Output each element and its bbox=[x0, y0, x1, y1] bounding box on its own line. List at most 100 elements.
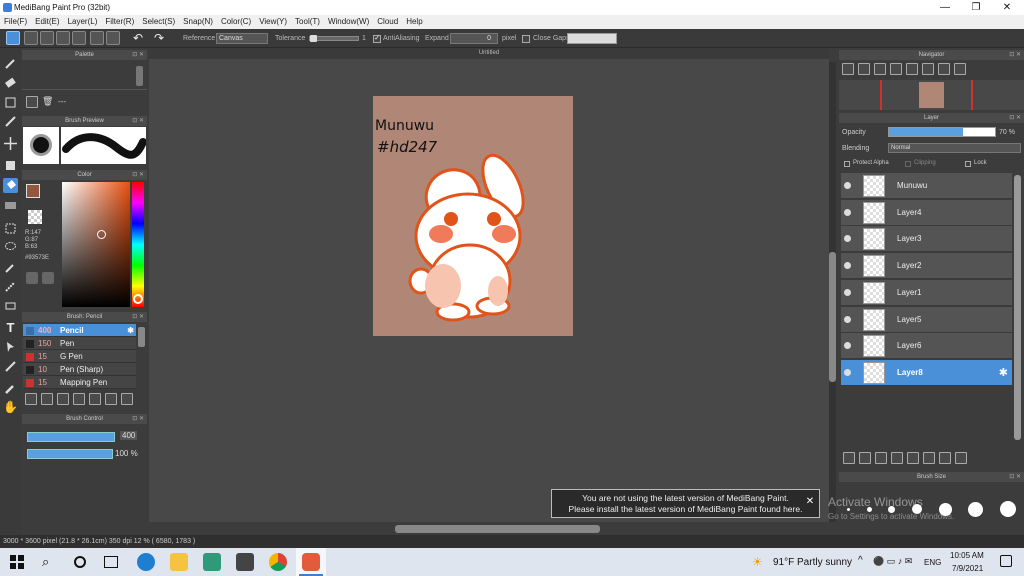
layer-visibility-icon[interactable] bbox=[844, 368, 851, 376]
brush-list-item[interactable]: 15 Mapping Pen bbox=[23, 376, 136, 389]
layer-visibility-icon[interactable] bbox=[844, 315, 851, 323]
menu-select[interactable]: Select(S) bbox=[138, 15, 179, 29]
primary-color-swatch[interactable] bbox=[26, 184, 40, 198]
menu-cloud[interactable]: Cloud bbox=[373, 15, 402, 29]
brush-list-item[interactable]: 10 Pen (Sharp) bbox=[23, 363, 136, 376]
edge-icon[interactable] bbox=[137, 553, 155, 571]
brush-add-menu-icon[interactable] bbox=[57, 393, 69, 405]
document-tab[interactable]: Untitled bbox=[149, 48, 829, 59]
brush-delete-icon[interactable] bbox=[121, 393, 133, 405]
task-view-icon[interactable] bbox=[104, 556, 118, 568]
flip-icon[interactable] bbox=[922, 63, 934, 75]
new-layer-3-icon[interactable] bbox=[875, 452, 887, 464]
canvas-hscroll-thumb[interactable] bbox=[395, 525, 600, 533]
mode-icon-5[interactable] bbox=[72, 31, 86, 45]
panel-close-icon[interactable]: ⊡ ✕ bbox=[132, 116, 144, 126]
zoom-out-icon[interactable] bbox=[858, 63, 870, 75]
layer-row[interactable]: Layer3 bbox=[841, 226, 1012, 253]
notification-icon[interactable] bbox=[1000, 555, 1012, 567]
drawing-canvas[interactable]: Munuwu #hd247 bbox=[373, 96, 573, 336]
clock-date[interactable]: 7/9/2021 bbox=[952, 564, 983, 573]
app-icon[interactable] bbox=[203, 553, 221, 571]
tray-icons[interactable]: ⚫ ▭ ♪ ✉ bbox=[873, 556, 912, 567]
windows-start-icon[interactable] bbox=[10, 555, 24, 569]
brush-size-presets[interactable] bbox=[839, 484, 1024, 534]
menu-snap[interactable]: Snap(N) bbox=[179, 15, 217, 29]
brush-list-item[interactable]: 400 Pencil ✱ bbox=[23, 324, 136, 337]
redo-icon[interactable]: ↷ bbox=[154, 31, 170, 45]
new-layer-2-icon[interactable] bbox=[859, 452, 871, 464]
menu-window[interactable]: Window(W) bbox=[324, 15, 373, 29]
operation-tool-icon[interactable] bbox=[3, 339, 18, 354]
delete-layer-icon[interactable] bbox=[955, 452, 967, 464]
brush-settings-icon[interactable] bbox=[25, 393, 37, 405]
cortana-icon[interactable] bbox=[74, 556, 86, 568]
menu-view[interactable]: View(Y) bbox=[255, 15, 291, 29]
clock-time[interactable]: 10:05 AM bbox=[950, 551, 984, 560]
search-icon[interactable]: ⌕ bbox=[42, 554, 49, 570]
mode-icon-4[interactable] bbox=[56, 31, 70, 45]
antialias-checkbox[interactable]: ✓ bbox=[373, 35, 381, 43]
menu-tool[interactable]: Tool(T) bbox=[291, 15, 324, 29]
chrome-icon[interactable] bbox=[269, 553, 287, 571]
palette-scrollbar[interactable] bbox=[136, 66, 143, 86]
layer-row[interactable]: Layer1 bbox=[841, 279, 1012, 306]
panel-close-icon[interactable]: ⊡ ✕ bbox=[132, 50, 144, 60]
divide-tool-icon[interactable] bbox=[3, 359, 18, 374]
color-wheel-icon[interactable] bbox=[26, 272, 38, 284]
layer-row[interactable]: Layer8 ✱ bbox=[841, 359, 1012, 386]
brush-copy-icon[interactable] bbox=[73, 393, 85, 405]
weather-text[interactable]: 91°F Partly sunny bbox=[773, 557, 852, 568]
new-layer-icon[interactable] bbox=[843, 452, 855, 464]
palette-delete-icon[interactable]: 🗑 bbox=[42, 96, 53, 107]
lasso-tool-icon[interactable] bbox=[3, 240, 18, 255]
select-pen-tool-icon[interactable] bbox=[3, 114, 18, 129]
navigator-preview[interactable] bbox=[839, 80, 1024, 110]
brush-list-scrollbar[interactable] bbox=[138, 327, 145, 347]
duplicate-layer-icon[interactable] bbox=[923, 452, 935, 464]
panel-close-icon[interactable]: ⊡ ✕ bbox=[132, 414, 144, 424]
brush-settings-gear-icon[interactable]: ✱ bbox=[127, 324, 134, 337]
zoom-in-icon[interactable] bbox=[842, 63, 854, 75]
hue-slider-handle[interactable] bbox=[133, 294, 143, 304]
panel-close-icon[interactable]: ⊡ ✕ bbox=[132, 170, 144, 180]
close-window-button[interactable]: ✕ bbox=[992, 0, 1022, 15]
panel-close-icon[interactable]: ⊡ ✕ bbox=[1009, 472, 1021, 482]
color-sv-picker[interactable] bbox=[62, 182, 130, 307]
eraser-tool-icon[interactable] bbox=[3, 75, 18, 90]
layer-row[interactable]: Layer5 bbox=[841, 306, 1012, 333]
rotate-left-icon[interactable] bbox=[906, 63, 918, 75]
layer-scrollbar[interactable] bbox=[1014, 175, 1021, 440]
layer-visibility-icon[interactable] bbox=[844, 235, 851, 243]
close-gaps-slider[interactable] bbox=[567, 33, 617, 44]
undo-icon[interactable]: ↶ bbox=[133, 31, 149, 45]
language-indicator[interactable]: ENG bbox=[924, 558, 941, 567]
layer-visibility-icon[interactable] bbox=[844, 288, 851, 296]
clipping-checkbox[interactable] bbox=[905, 161, 911, 167]
layer-row[interactable]: Layer6 bbox=[841, 333, 1012, 360]
color-picker-icon[interactable] bbox=[42, 272, 54, 284]
store-icon[interactable] bbox=[236, 553, 254, 571]
layer-opacity-slider[interactable] bbox=[888, 127, 996, 137]
brush-folder-icon[interactable] bbox=[89, 393, 101, 405]
select-pen2-tool-icon[interactable] bbox=[3, 279, 18, 294]
dot-tool-icon[interactable] bbox=[3, 95, 18, 110]
panel-close-icon[interactable]: ⊡ ✕ bbox=[1009, 113, 1021, 123]
layer-row[interactable]: Layer4 bbox=[841, 199, 1012, 226]
color-picker-handle[interactable] bbox=[97, 230, 106, 239]
medibang-taskbar-button[interactable] bbox=[296, 548, 326, 576]
menu-layer[interactable]: Layer(L) bbox=[64, 15, 102, 29]
mode-icon-6[interactable] bbox=[90, 31, 104, 45]
rotate-right-icon[interactable] bbox=[938, 63, 950, 75]
expand-input[interactable]: 0 bbox=[450, 33, 498, 44]
maximize-button[interactable]: ❐ bbox=[961, 0, 991, 15]
add-layer-menu-icon[interactable] bbox=[891, 452, 903, 464]
brush-list-item[interactable]: 15 G Pen bbox=[23, 350, 136, 363]
layer-visibility-icon[interactable] bbox=[844, 182, 851, 189]
lock-checkbox[interactable] bbox=[965, 161, 971, 167]
zoom-fit-icon[interactable] bbox=[874, 63, 886, 75]
bucket-mode-icon[interactable] bbox=[6, 31, 20, 45]
bucket-tool-icon[interactable] bbox=[3, 178, 18, 193]
layer-visibility-icon[interactable] bbox=[844, 208, 851, 216]
brush-duplicate-icon[interactable] bbox=[105, 393, 117, 405]
